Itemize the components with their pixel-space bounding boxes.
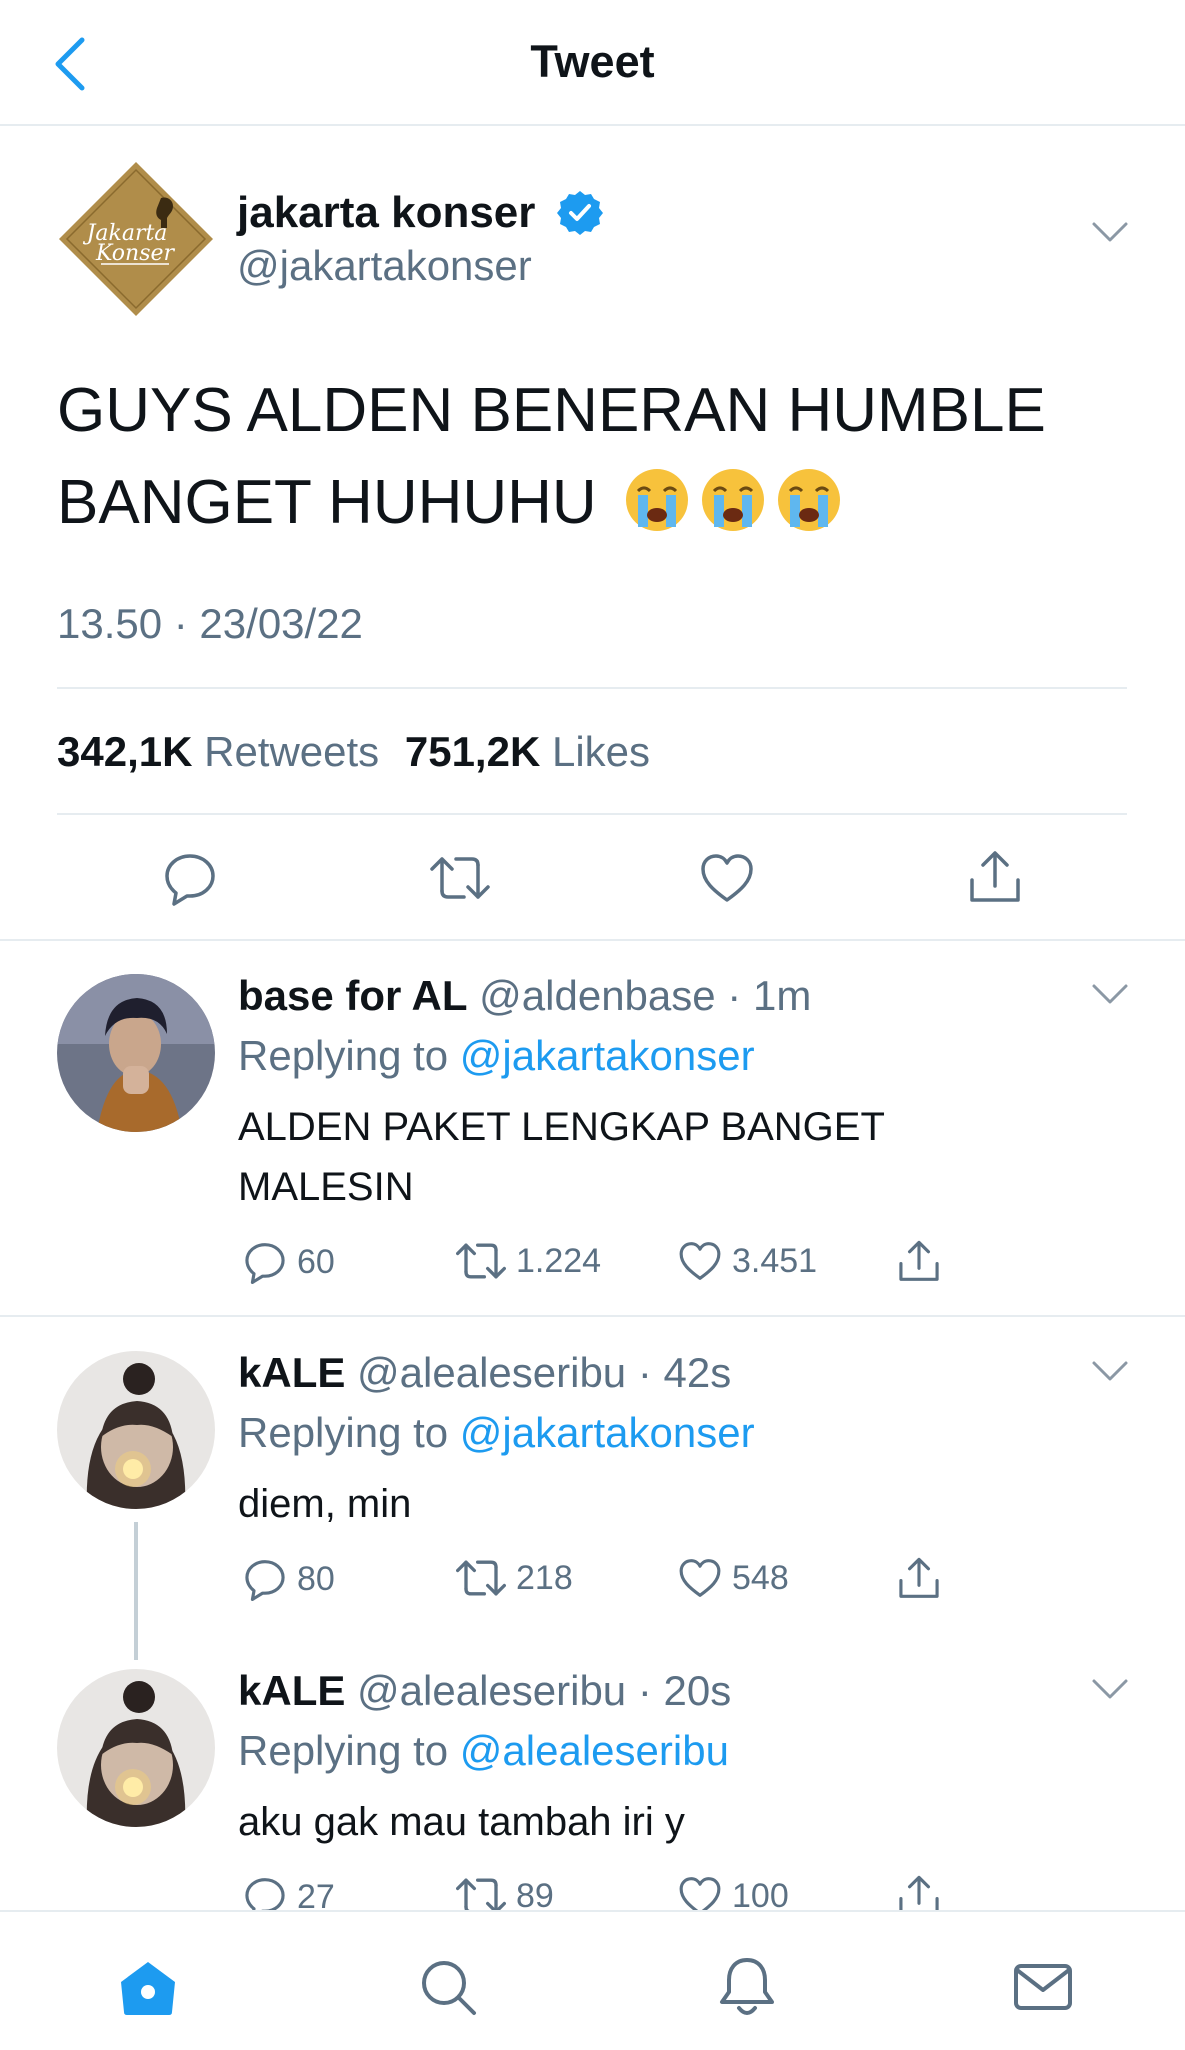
replying-to-prefix: Replying to bbox=[238, 1727, 449, 1774]
reply-count: 80 bbox=[297, 1559, 335, 1598]
like-icon bbox=[678, 1557, 722, 1599]
messages-icon bbox=[1013, 1962, 1073, 2012]
reply-text: ALDEN PAKET LENGKAP BANGET MALESIN bbox=[238, 1105, 885, 1209]
retweet-icon bbox=[456, 1240, 506, 1282]
tweet-text-body: GUYS ALDEN BENERAN HUMBLE BANGET HUHUHU bbox=[57, 376, 1046, 537]
share-icon bbox=[897, 1557, 941, 1601]
stats-divider bbox=[57, 813, 1127, 815]
author-display-name[interactable]: jakarta konser bbox=[237, 188, 535, 238]
reply-avatar[interactable] bbox=[57, 974, 215, 1132]
replying-to: Replying to @alealeseribu bbox=[238, 1727, 729, 1775]
retweet-icon bbox=[456, 1557, 506, 1599]
reply-text: diem, min bbox=[238, 1482, 412, 1526]
retweet-count: 1.224 bbox=[516, 1241, 602, 1280]
tweet-text: GUYS ALDEN BENERAN HUMBLE BANGET HUHUHU bbox=[57, 365, 1117, 549]
like-button[interactable] bbox=[692, 843, 762, 913]
like-count: 548 bbox=[732, 1558, 789, 1597]
retweet-button[interactable]: 1.224 bbox=[456, 1240, 601, 1282]
retweet-button[interactable] bbox=[425, 843, 495, 913]
reply-divider bbox=[0, 1315, 1185, 1317]
reply-count: 60 bbox=[297, 1242, 335, 1281]
like-icon bbox=[678, 1240, 722, 1282]
timestamp-divider bbox=[57, 687, 1127, 689]
tab-home[interactable] bbox=[113, 1952, 183, 2022]
home-icon bbox=[117, 1958, 179, 2016]
reply-icon bbox=[243, 1240, 287, 1284]
share-icon bbox=[897, 1240, 941, 1284]
reply-display-name[interactable]: kALE bbox=[238, 1349, 345, 1396]
share-button[interactable] bbox=[897, 1240, 941, 1284]
notifications-icon bbox=[718, 1956, 776, 2018]
reply-menu-chevron-icon[interactable] bbox=[1090, 1359, 1130, 1383]
reply-handle-time[interactable]: @alealeseribu · 42s bbox=[357, 1349, 731, 1396]
tab-messages[interactable] bbox=[1008, 1952, 1078, 2022]
verified-badge-icon bbox=[557, 189, 603, 235]
replying-to: Replying to @jakartakonser bbox=[238, 1409, 755, 1457]
reply-display-name[interactable]: kALE bbox=[238, 1667, 345, 1714]
tweet-timestamp[interactable]: 13.50 · 23/03/22 bbox=[57, 600, 363, 648]
tab-search[interactable] bbox=[413, 1952, 483, 2022]
replying-to-link[interactable]: @alealeseribu bbox=[460, 1727, 729, 1774]
engagement-stats: 342,1K Retweets 751,2K Likes bbox=[57, 728, 650, 776]
reply-display-name[interactable]: base for AL bbox=[238, 972, 467, 1019]
replying-to-prefix: Replying to bbox=[238, 1409, 449, 1456]
reply-button[interactable]: 80 bbox=[243, 1557, 335, 1601]
like-icon bbox=[699, 852, 755, 904]
page-title: Tweet bbox=[530, 36, 655, 87]
likes-count[interactable]: 751,2K bbox=[405, 728, 540, 775]
reply-menu-chevron-icon[interactable] bbox=[1090, 982, 1130, 1006]
reply-button[interactable]: 60 bbox=[243, 1240, 335, 1284]
replying-to-link[interactable]: @jakartakonser bbox=[460, 1032, 755, 1079]
share-button[interactable] bbox=[897, 1557, 941, 1601]
reply-handle-time[interactable]: @alealeseribu · 20s bbox=[357, 1667, 731, 1714]
like-button[interactable]: 3.451 bbox=[678, 1240, 817, 1282]
replying-to-link[interactable]: @jakartakonser bbox=[460, 1409, 755, 1456]
retweet-button[interactable]: 218 bbox=[456, 1557, 573, 1599]
reply-header: kALE @alealeseribu · 20s bbox=[238, 1667, 731, 1715]
reply-text: aku gak mau tambah iri y bbox=[238, 1800, 685, 1844]
search-icon bbox=[418, 1957, 478, 2017]
tab-notifications[interactable] bbox=[712, 1952, 782, 2022]
retweets-count[interactable]: 342,1K bbox=[57, 728, 192, 775]
reply-icon bbox=[243, 1557, 287, 1601]
reply-avatar[interactable] bbox=[57, 1351, 215, 1509]
actions-divider bbox=[0, 939, 1185, 941]
reply-handle-time[interactable]: @aldenbase · 1m bbox=[479, 972, 811, 1019]
header-divider bbox=[0, 124, 1185, 126]
reply-menu-chevron-icon[interactable] bbox=[1090, 1677, 1130, 1701]
crying-face-icon bbox=[700, 467, 766, 533]
reply-header: kALE @alealeseribu · 42s bbox=[238, 1349, 731, 1397]
like-button[interactable]: 548 bbox=[678, 1557, 789, 1599]
reply-icon bbox=[162, 850, 218, 906]
likes-label[interactable]: Likes bbox=[552, 728, 650, 775]
thread-connector-line bbox=[134, 1522, 138, 1660]
bottom-tab-bar bbox=[0, 1910, 1185, 2050]
retweets-label[interactable]: Retweets bbox=[204, 728, 379, 775]
reply-avatar[interactable] bbox=[57, 1669, 215, 1827]
reply-button[interactable] bbox=[155, 843, 225, 913]
retweet-icon bbox=[430, 853, 490, 903]
crying-face-icon bbox=[776, 467, 842, 533]
jakarta-konser-avatar[interactable]: Jakarta Konser bbox=[57, 160, 215, 318]
share-button[interactable] bbox=[960, 843, 1030, 913]
retweet-count: 218 bbox=[516, 1558, 573, 1597]
reply-header: base for AL @aldenbase · 1m bbox=[238, 972, 811, 1020]
replying-to-prefix: Replying to bbox=[238, 1032, 449, 1079]
like-count: 3.451 bbox=[732, 1241, 818, 1280]
replying-to: Replying to @jakartakonser bbox=[238, 1032, 755, 1080]
logo-text-line2: Konser bbox=[95, 241, 176, 266]
share-icon bbox=[967, 850, 1023, 906]
author-handle[interactable]: @jakartakonser bbox=[237, 242, 532, 290]
crying-face-icon bbox=[624, 467, 690, 533]
tweet-menu-chevron-icon[interactable] bbox=[1090, 220, 1130, 244]
